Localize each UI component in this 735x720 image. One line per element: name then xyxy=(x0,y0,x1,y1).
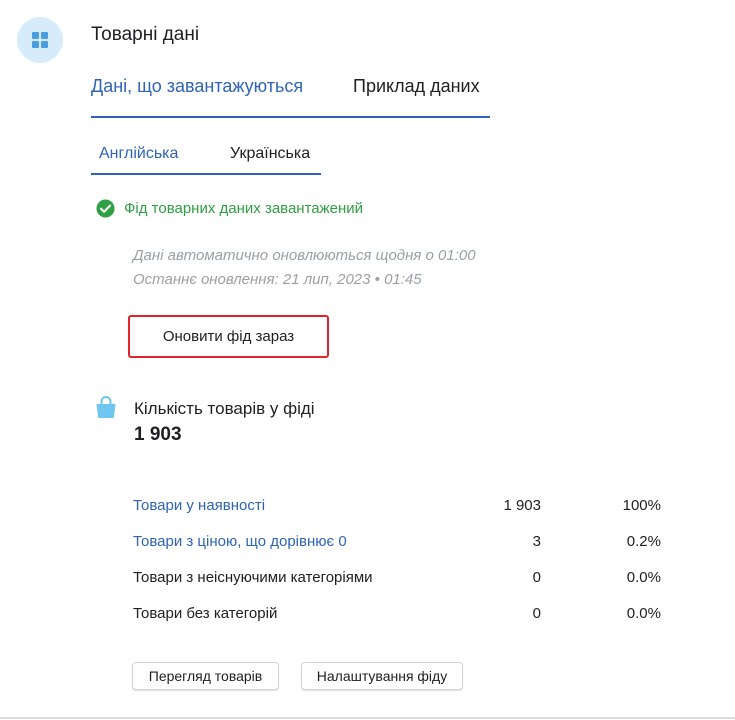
stat-count: 3 xyxy=(532,533,541,550)
stat-label-missing-categories: Товари з неіснуючими категоріями xyxy=(133,569,373,586)
language-tabs: Англійська Українська xyxy=(91,144,321,175)
feed-settings-button[interactable]: Налаштування фіду xyxy=(301,662,463,690)
stat-percent: 0.0% xyxy=(626,605,661,622)
grid-icon xyxy=(32,32,48,48)
divider xyxy=(0,717,735,719)
stat-row-missing-categories: Товари з неіснуючими категоріями 0 0.0% xyxy=(133,569,663,605)
last-update-note: Останнє оновлення: 21 лип, 2023 • 01:45 xyxy=(133,271,422,288)
stat-count: 0 xyxy=(532,605,541,622)
auto-update-note: Дані автоматично оновлюються щодня о 01:… xyxy=(133,247,476,264)
stat-link-zero-price[interactable]: Товари з ціною, що дорівнює 0 xyxy=(133,533,347,550)
check-circle-icon xyxy=(96,199,115,218)
tab-english[interactable]: Англійська xyxy=(99,145,178,163)
feed-status: Фід товарних даних завантажений xyxy=(96,199,363,218)
stat-count: 0 xyxy=(532,569,541,586)
product-count-label: Кількість товарів у фіді xyxy=(134,399,315,418)
page-title: Товарні дані xyxy=(91,24,200,45)
refresh-feed-button[interactable]: Оновити фід зараз xyxy=(128,315,329,358)
avatar xyxy=(17,17,63,63)
product-count-value: 1 903 xyxy=(134,424,182,445)
view-products-button[interactable]: Перегляд товарів xyxy=(132,662,279,690)
tab-data-sample[interactable]: Приклад даних xyxy=(353,76,480,97)
stat-row-no-category: Товари без категорій 0 0.0% xyxy=(133,605,663,641)
tab-uploaded-data[interactable]: Дані, що завантажуються xyxy=(91,76,303,97)
stat-row-in-stock: Товари у наявності 1 903 100% xyxy=(133,497,663,533)
stat-link-in-stock[interactable]: Товари у наявності xyxy=(133,497,265,514)
stat-percent: 100% xyxy=(622,497,661,514)
stat-percent: 0.2% xyxy=(626,533,661,550)
stat-row-zero-price: Товари з ціною, що дорівнює 0 3 0.2% xyxy=(133,533,663,569)
stat-label-no-category: Товари без категорій xyxy=(133,605,278,622)
main-tabs: Дані, що завантажуються Приклад даних xyxy=(91,76,490,118)
stat-percent: 0.0% xyxy=(626,569,661,586)
stat-count: 1 903 xyxy=(503,497,541,514)
shopping-bag-icon xyxy=(96,396,116,418)
status-text: Фід товарних даних завантажений xyxy=(124,200,364,217)
tab-ukrainian[interactable]: Українська xyxy=(230,145,310,163)
stats-table: Товари у наявності 1 903 100% Товари з ц… xyxy=(133,497,663,641)
